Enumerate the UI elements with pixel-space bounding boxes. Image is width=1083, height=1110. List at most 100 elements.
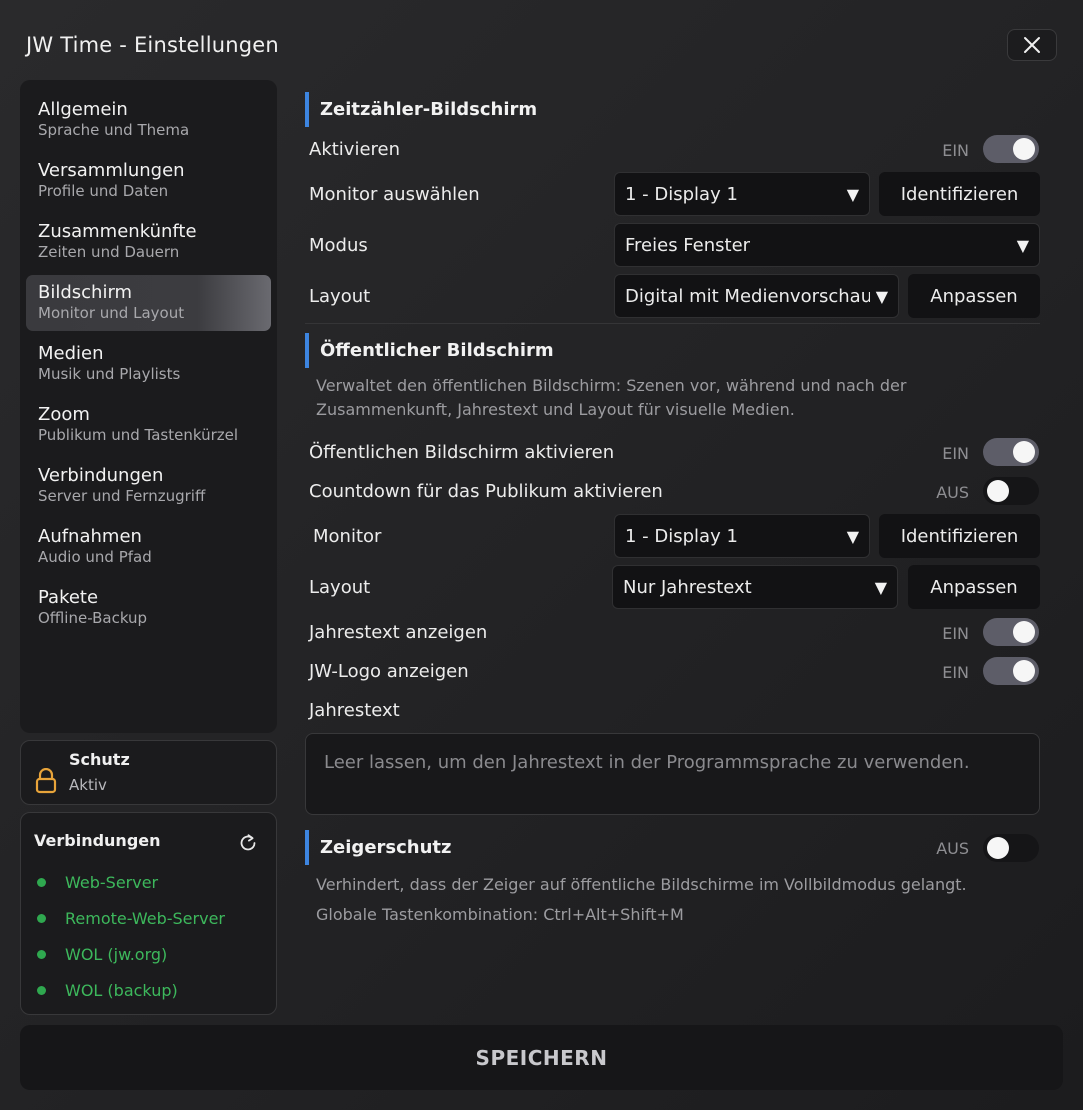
sidebar-item-zoom[interactable]: Zoom Publikum und Tastenkürzel xyxy=(26,397,271,453)
sidebar-item-allgemein[interactable]: Allgemein Sprache und Thema xyxy=(26,92,271,148)
yeartext-show-toggle[interactable] xyxy=(983,618,1039,646)
public-description: Verwaltet den öffentlichen Bildschirm: S… xyxy=(316,376,907,419)
connection-label: WOL (jw.org) xyxy=(65,944,168,964)
pointer-state: AUS xyxy=(936,839,969,858)
public-identify-button[interactable]: Identifizieren xyxy=(879,514,1040,558)
timer-layout-label: Layout xyxy=(309,286,371,307)
sidebar-item-sub: Offline-Backup xyxy=(38,609,148,627)
timer-monitor-value: 1 - Display 1 xyxy=(625,183,738,205)
refresh-icon[interactable] xyxy=(238,833,258,853)
public-enable-state: EIN xyxy=(942,444,969,463)
connection-label: WOL (backup) xyxy=(65,980,178,1000)
caret-down-icon: ▼ xyxy=(874,577,887,597)
public-countdown-toggle[interactable] xyxy=(983,477,1039,505)
connection-item: WOL (jw.org) xyxy=(34,936,263,972)
public-countdown-state: AUS xyxy=(936,483,969,502)
timer-mode-select[interactable]: Freies Fenster ▼ xyxy=(614,223,1040,267)
yeartext-label: Jahrestext xyxy=(309,700,400,721)
yeartext-input[interactable] xyxy=(305,733,1040,815)
logo-show-label: JW-Logo anzeigen xyxy=(309,661,469,682)
public-monitor-label: Monitor xyxy=(313,526,382,547)
public-countdown-label: Countdown für das Publikum aktivieren xyxy=(309,481,663,502)
logo-show-state: EIN xyxy=(942,663,969,682)
sidebar-item-sub: Monitor und Layout xyxy=(38,304,185,322)
caret-down-icon: ▼ xyxy=(846,526,859,546)
public-section-title: Öffentlicher Bildschirm xyxy=(305,333,1040,368)
connection-label: Remote-Web-Server xyxy=(65,908,225,928)
protection-status: Aktiv xyxy=(69,776,107,794)
timer-activate-label: Aktivieren xyxy=(309,139,401,160)
sidebar-item-label: Medien xyxy=(38,343,104,364)
status-dot xyxy=(37,877,46,887)
status-dot xyxy=(37,913,46,923)
sidebar-item-medien[interactable]: Medien Musik und Playlists xyxy=(26,336,271,392)
pointer-shortcut: Globale Tastenkombination: Ctrl+Alt+Shif… xyxy=(316,905,684,924)
sidebar-item-sub: Audio und Pfad xyxy=(38,548,152,566)
sidebar-item-label: Aufnahmen xyxy=(38,526,142,547)
close-icon xyxy=(1024,37,1040,53)
timer-layout-value: Digital mit Medienvorschau xyxy=(625,285,870,307)
connection-item: WOL (backup) xyxy=(34,972,263,1008)
public-adjust-button[interactable]: Anpassen xyxy=(908,565,1040,609)
sidebar-item-aufnahmen[interactable]: Aufnahmen Audio und Pfad xyxy=(26,519,271,575)
sidebar-item-versammlungen[interactable]: Versammlungen Profile und Daten xyxy=(26,153,271,209)
sidebar-item-verbindungen[interactable]: Verbindungen Server und Fernzugriff xyxy=(26,458,271,514)
sidebar-item-sub: Server und Fernzugriff xyxy=(38,487,206,505)
sidebar-item-label: Verbindungen xyxy=(38,465,164,486)
save-button[interactable]: SPEICHERN xyxy=(20,1025,1063,1090)
caret-down-icon: ▼ xyxy=(1016,235,1029,255)
connection-label: Web-Server xyxy=(65,872,159,892)
window-title: JW Time - Einstellungen xyxy=(26,33,279,57)
timer-monitor-select[interactable]: 1 - Display 1 ▼ xyxy=(614,172,870,216)
sidebar-item-label: Allgemein xyxy=(38,99,128,120)
sidebar-item-pakete[interactable]: Pakete Offline-Backup xyxy=(26,580,271,636)
pointer-description: Verhindert, dass der Zeiger auf öffentli… xyxy=(316,875,967,894)
public-monitor-select[interactable]: 1 - Display 1 ▼ xyxy=(614,514,870,558)
connections-card: Verbindungen Web-Server Remote-Web-Serve… xyxy=(20,812,277,1015)
logo-show-toggle[interactable] xyxy=(983,657,1039,685)
public-layout-label: Layout xyxy=(309,577,371,598)
sidebar-item-label: Zusammenkünfte xyxy=(38,221,197,242)
sidebar-item-sub: Zeiten und Dauern xyxy=(38,243,180,261)
public-layout-value: Nur Jahrestext xyxy=(623,576,752,598)
timer-mode-value: Freies Fenster xyxy=(625,234,751,256)
sidebar-item-zusammenkuenfte[interactable]: Zusammenkünfte Zeiten und Dauern xyxy=(26,214,271,270)
protection-title: Schutz xyxy=(69,750,130,769)
sidebar-item-label: Bildschirm xyxy=(38,282,133,303)
timer-mode-label: Modus xyxy=(309,235,368,256)
sidebar-item-label: Pakete xyxy=(38,587,99,608)
sidebar-item-sub: Sprache und Thema xyxy=(38,121,190,139)
timer-identify-button[interactable]: Identifizieren xyxy=(879,172,1040,216)
public-enable-label: Öffentlichen Bildschirm aktivieren xyxy=(309,442,615,463)
status-dot xyxy=(37,985,46,995)
sidebar-item-sub: Musik und Playlists xyxy=(38,365,181,383)
public-layout-select[interactable]: Nur Jahrestext ▼ xyxy=(612,565,898,609)
timer-section-title: Zeitzähler-Bildschirm xyxy=(305,92,1040,127)
sidebar-item-label: Zoom xyxy=(38,404,90,425)
protection-card[interactable]: Schutz Aktiv xyxy=(20,740,277,805)
timer-activate-toggle[interactable] xyxy=(983,135,1039,163)
sidebar-item-bildschirm[interactable]: Bildschirm Monitor und Layout xyxy=(26,275,271,331)
lock-icon xyxy=(35,768,57,794)
connection-item: Web-Server xyxy=(34,864,263,900)
sidebar-item-sub: Profile und Daten xyxy=(38,182,169,200)
pointer-toggle[interactable] xyxy=(983,834,1039,862)
timer-layout-select[interactable]: Digital mit Medienvorschau ▼ xyxy=(614,274,899,318)
sidebar-item-sub: Publikum und Tastenkürzel xyxy=(38,426,239,444)
sidebar-item-label: Versammlungen xyxy=(38,160,185,181)
public-enable-toggle[interactable] xyxy=(983,438,1039,466)
connection-item: Remote-Web-Server xyxy=(34,900,263,936)
timer-adjust-button[interactable]: Anpassen xyxy=(908,274,1040,318)
status-dot xyxy=(37,949,46,959)
caret-down-icon: ▼ xyxy=(846,184,859,204)
sidebar: Allgemein Sprache und Thema Versammlunge… xyxy=(20,80,277,733)
yeartext-show-state: EIN xyxy=(942,624,969,643)
timer-monitor-label: Monitor auswählen xyxy=(309,184,480,205)
yeartext-show-label: Jahrestext anzeigen xyxy=(309,622,488,643)
close-button[interactable] xyxy=(1007,29,1057,61)
section-divider xyxy=(305,323,1040,324)
timer-activate-state: EIN xyxy=(942,141,969,160)
caret-down-icon: ▼ xyxy=(875,286,888,306)
public-monitor-value: 1 - Display 1 xyxy=(625,525,738,547)
connections-title: Verbindungen xyxy=(34,831,161,850)
